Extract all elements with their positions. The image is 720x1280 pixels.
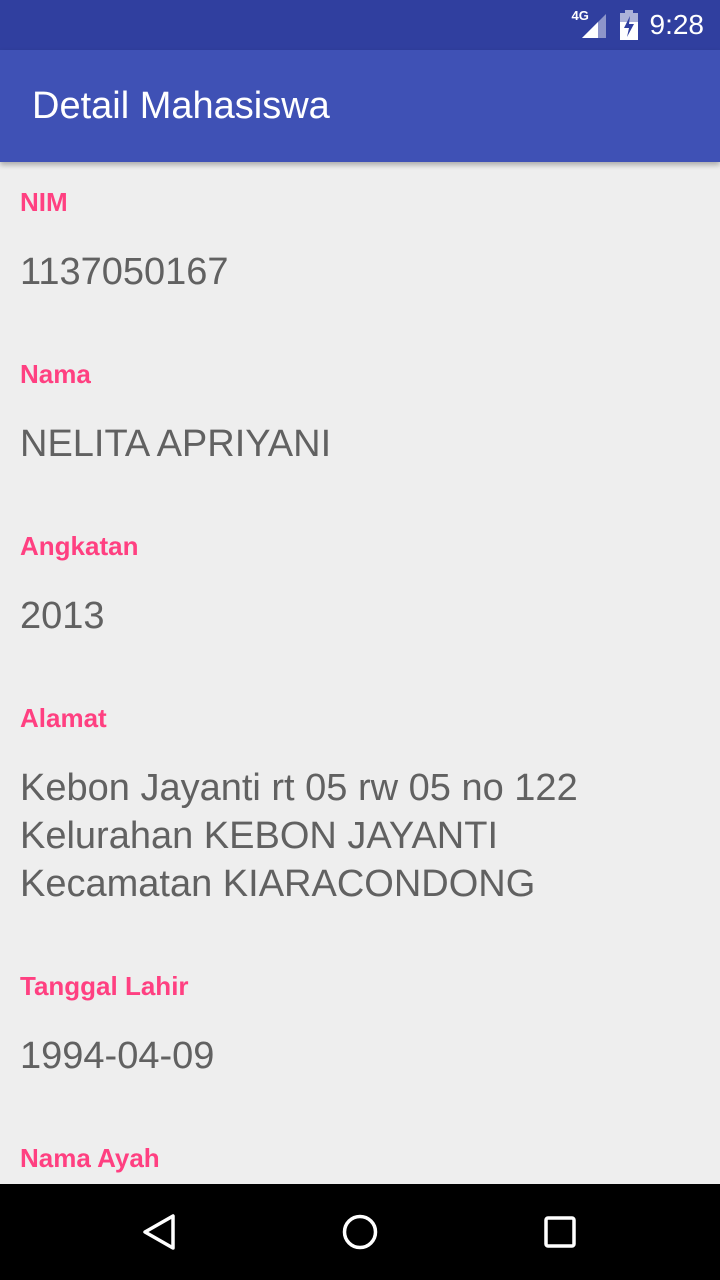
field-label: Tanggal Lahir [20,971,189,1001]
field-tanggal-lahir: Tanggal Lahir 1994-04-09 [0,946,720,1118]
field-label: Nama [20,359,91,389]
page-title: Detail Mahasiswa [32,85,330,127]
field-value [20,1174,700,1184]
recents-square-icon [544,1216,576,1248]
field-alamat: Alamat Kebon Jayanti rt 05 rw 05 no 122 … [0,678,720,946]
home-button[interactable] [300,1184,420,1280]
back-triangle-icon [143,1214,175,1250]
field-value: 2013 [20,595,105,637]
field-nim: NIM 1137050167 [0,162,720,334]
home-circle-icon [342,1214,378,1250]
field-value: NELITA APRIYANI [20,423,332,465]
app-bar: Detail Mahasiswa [0,50,720,162]
field-angkatan: Angkatan 2013 [0,506,720,678]
clock: 9:28 [649,9,705,40]
field-label: Nama Ayah [20,1143,160,1173]
field-label: NIM [20,187,68,217]
recents-button[interactable] [500,1184,620,1280]
field-label: Alamat [20,703,107,733]
battery-charging-icon [619,10,638,40]
status-bar: 4G 9:28 [0,0,720,50]
status-icons: 4G 9:28 [572,0,705,50]
signal-icon: 4G [572,8,608,40]
field-value: 1137050167 [20,251,229,293]
field-label: Angkatan [20,531,139,561]
navigation-bar [0,1184,720,1280]
field-nama-ayah: Nama Ayah [0,1118,720,1184]
back-button[interactable] [100,1184,220,1280]
network-type-label: 4G [571,8,589,23]
field-nama: Nama NELITA APRIYANI [0,334,720,506]
field-value: Kebon Jayanti rt 05 rw 05 no 122 Kelurah… [20,767,578,905]
field-value: 1994-04-09 [20,1035,215,1077]
detail-content[interactable]: NIM 1137050167 Nama NELITA APRIYANI Angk… [0,162,720,1184]
